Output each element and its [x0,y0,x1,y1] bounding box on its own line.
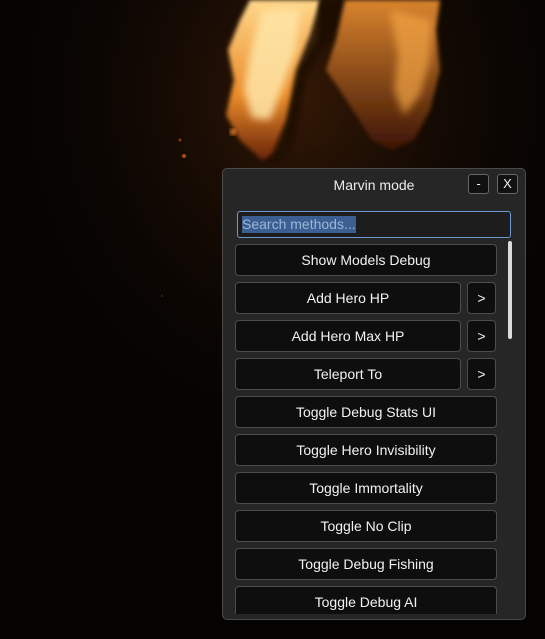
list-item: Show Models Debug [235,244,497,276]
toggle-debug-fishing-button[interactable]: Toggle Debug Fishing [235,548,497,580]
teleport-to-expand-button[interactable]: > [467,358,496,390]
search-input[interactable]: Search methods... [237,211,511,238]
toggle-debug-stats-ui-button[interactable]: Toggle Debug Stats UI [235,396,497,428]
add-hero-hp-button[interactable]: Add Hero HP [235,282,461,314]
add-hero-max-hp-button[interactable]: Add Hero Max HP [235,320,461,352]
list-item: Toggle No Clip [235,510,497,542]
list-item: Toggle Debug Fishing [235,548,497,580]
list-item: Add Hero Max HP > [235,320,497,352]
toggle-hero-invisibility-button[interactable]: Toggle Hero Invisibility [235,434,497,466]
list-item: Teleport To > [235,358,497,390]
search-input-text: Search methods... [242,216,356,233]
title-bar[interactable]: Marvin mode - X [223,169,525,201]
list-item: Toggle Debug AI [235,586,497,614]
minimize-button[interactable]: - [468,174,489,194]
list-item: Toggle Debug Stats UI [235,396,497,428]
marvin-mode-window: Marvin mode - X Search methods... Show M… [222,168,526,620]
show-models-debug-button[interactable]: Show Models Debug [235,244,497,276]
toggle-debug-ai-button[interactable]: Toggle Debug AI [235,586,497,614]
toggle-immortality-button[interactable]: Toggle Immortality [235,472,497,504]
list-item: Toggle Immortality [235,472,497,504]
method-list: Show Models Debug Add Hero HP > Add Hero… [235,244,497,614]
list-item: Add Hero HP > [235,282,497,314]
teleport-to-button[interactable]: Teleport To [235,358,461,390]
add-hero-max-hp-expand-button[interactable]: > [467,320,496,352]
close-button[interactable]: X [497,174,518,194]
list-item: Toggle Hero Invisibility [235,434,497,466]
scrollbar-thumb[interactable] [508,241,512,339]
toggle-no-clip-button[interactable]: Toggle No Clip [235,510,497,542]
add-hero-hp-expand-button[interactable]: > [467,282,496,314]
